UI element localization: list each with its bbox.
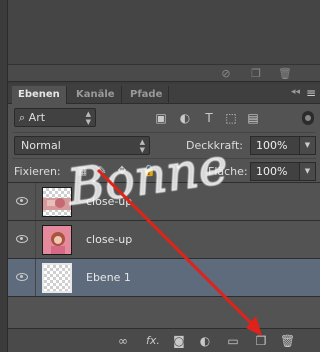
search-icon: ⌕ (19, 111, 26, 124)
upper-panel-footer: ⊘ ❐ 🗑 (8, 64, 320, 82)
photo-thumb (43, 226, 71, 254)
eye-icon (16, 273, 28, 281)
panel-tabbar: Ebenen Kanäle Pfade ◂◂ ≡ (8, 84, 320, 104)
layer-thumbnail (42, 187, 72, 217)
layers-bottom-bar: ∞ fx. ◙ ◐ ▭ ❐ 🗑 (8, 328, 320, 352)
cancel-icon[interactable]: ⊘ (220, 68, 232, 80)
adjustment-filter-icon[interactable]: ◐ (178, 111, 192, 125)
fill-field[interactable]: 100% (250, 162, 300, 181)
left-dock-strip (0, 0, 8, 352)
smart-object-filter-icon[interactable]: ▤ (246, 111, 260, 125)
shape-filter-icon[interactable]: ⬚ (224, 111, 238, 125)
fill-dropdown-icon[interactable]: ▼ (300, 162, 316, 181)
upper-panel (0, 0, 320, 64)
mask-icon[interactable]: ◙ (172, 334, 186, 348)
opacity-dropdown-icon[interactable]: ▼ (300, 136, 316, 155)
layer-name: close-up (86, 195, 133, 208)
layer-name: close-up (86, 233, 133, 246)
select-arrows-icon: ▲ ▼ (139, 138, 145, 154)
opacity-label: Deckkraft: (186, 139, 243, 152)
layer-name: Ebene 1 (86, 271, 131, 284)
trash-icon[interactable]: 🗑 (278, 68, 292, 80)
layer-thumbnail (42, 225, 72, 255)
layers-panel: Ebenen Kanäle Pfade ◂◂ ≡ ⌕ Art ▲ ▼ ▣ ◐ T … (8, 84, 320, 352)
tab-pfade[interactable]: Pfade (124, 86, 170, 104)
collapse-icon[interactable]: ◂◂ (291, 87, 300, 97)
trash-icon[interactable]: 🗑 (280, 334, 295, 348)
layer-row[interactable]: close-up (8, 183, 320, 221)
new-item-icon[interactable]: ❐ (250, 68, 262, 80)
type-filter-icon[interactable]: T (202, 111, 216, 125)
layer-thumbnail (42, 263, 72, 293)
lock-transparent-icon[interactable]: ▦ (76, 165, 88, 177)
image-filter-icon[interactable]: ▣ (154, 111, 168, 125)
link-icon[interactable]: ∞ (116, 334, 130, 348)
layers-list: close-up close-up Ebene 1 (8, 182, 320, 326)
filter-kind-value: Art (28, 111, 46, 124)
blend-mode-select[interactable]: Normal ▲ ▼ (14, 136, 150, 155)
visibility-toggle[interactable] (8, 259, 36, 296)
opacity-field[interactable]: 100% (250, 136, 300, 155)
photo-thumb (43, 198, 71, 210)
tab-ebenen[interactable]: Ebenen (12, 86, 67, 104)
fill-label: Fläche: (208, 165, 248, 178)
tab-kanaele[interactable]: Kanäle (70, 86, 122, 104)
new-layer-icon[interactable]: ❐ (254, 334, 268, 348)
adjustment-layer-icon[interactable]: ◐ (198, 334, 212, 348)
filter-toggle[interactable] (302, 111, 314, 125)
eye-icon (16, 197, 28, 205)
group-folder-icon[interactable]: ▭ (226, 334, 240, 348)
lock-brush-icon[interactable]: ✎ (96, 165, 108, 177)
blend-row: Normal ▲ ▼ Deckkraft: 100% ▼ (12, 132, 316, 155)
layer-filter-row: ⌕ Art ▲ ▼ ▣ ◐ T ⬚ ▤ (12, 107, 316, 129)
eye-icon (16, 235, 28, 243)
layer-row[interactable]: close-up (8, 221, 320, 259)
lock-row: Fixieren: ▦ ✎ ✥ 🔒 Fläche: 100% ▼ (12, 158, 316, 181)
select-arrows-icon: ▲ ▼ (85, 110, 91, 126)
visibility-toggle[interactable] (8, 221, 36, 258)
layer-row-selected[interactable]: Ebene 1 (8, 259, 320, 297)
blend-mode-value: Normal (21, 139, 61, 152)
filter-kind-select[interactable]: ⌕ Art ▲ ▼ (14, 108, 96, 127)
lock-all-icon[interactable]: 🔒 (142, 165, 156, 177)
fx-icon[interactable]: fx. (144, 334, 162, 348)
lock-move-icon[interactable]: ✥ (116, 165, 128, 177)
lock-label: Fixieren: (14, 165, 61, 178)
visibility-toggle[interactable] (8, 183, 36, 220)
panel-menu-icon[interactable]: ≡ (306, 86, 316, 100)
